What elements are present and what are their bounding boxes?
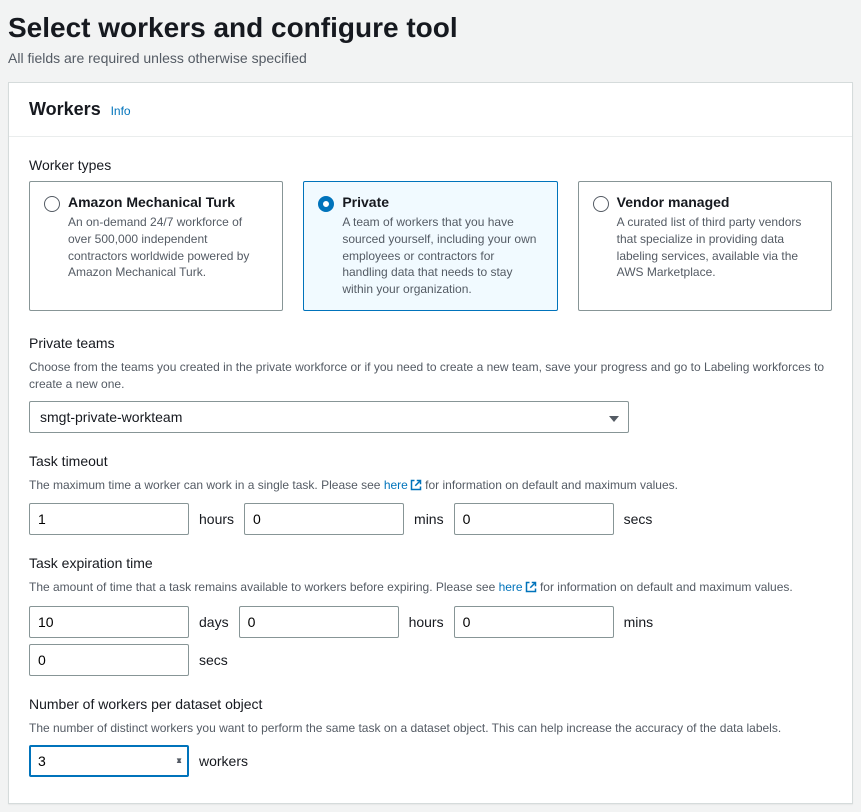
worker-type-vendor[interactable]: Vendor managed A curated list of third p… — [578, 181, 832, 311]
help-text: The maximum time a worker can work in a … — [29, 478, 384, 492]
worker-types-group: Amazon Mechanical Turk An on-demand 24/7… — [29, 181, 832, 311]
task-timeout-here-link[interactable]: here — [384, 478, 422, 492]
radio-icon — [318, 196, 334, 212]
info-link[interactable]: Info — [111, 104, 131, 118]
unit-hours: hours — [199, 511, 234, 527]
worker-type-desc: An on-demand 24/7 workforce of over 500,… — [68, 214, 268, 281]
task-expiration-here-link[interactable]: here — [499, 580, 537, 594]
workers-per-object-label: Number of workers per dataset object — [29, 696, 832, 712]
panel-title: Workers — [29, 99, 101, 119]
help-text: for information on default and maximum v… — [422, 478, 678, 492]
radio-icon — [44, 196, 60, 212]
private-teams-label: Private teams — [29, 335, 832, 351]
timeout-hours-input[interactable] — [29, 503, 189, 535]
worker-type-title: Amazon Mechanical Turk — [68, 194, 268, 210]
task-expiration-help: The amount of time that a task remains a… — [29, 579, 832, 598]
worker-type-title: Vendor managed — [617, 194, 817, 210]
task-expiration-label: Task expiration time — [29, 555, 832, 571]
worker-types-label: Worker types — [29, 157, 832, 173]
unit-secs: secs — [199, 652, 228, 668]
timeout-secs-input[interactable] — [454, 503, 614, 535]
expiration-secs-input[interactable] — [29, 644, 189, 676]
expiration-days-input[interactable] — [29, 606, 189, 638]
task-timeout-label: Task timeout — [29, 453, 832, 469]
radio-icon — [593, 196, 609, 212]
worker-type-mturk[interactable]: Amazon Mechanical Turk An on-demand 24/7… — [29, 181, 283, 311]
timeout-mins-input[interactable] — [244, 503, 404, 535]
expiration-mins-input[interactable] — [454, 606, 614, 638]
private-teams-help: Choose from the teams you created in the… — [29, 359, 832, 393]
worker-type-desc: A curated list of third party vendors th… — [617, 214, 817, 281]
worker-type-title: Private — [342, 194, 542, 210]
external-link-icon — [525, 581, 537, 598]
panel-header: Workers Info — [9, 83, 852, 137]
unit-days: days — [199, 614, 229, 630]
help-text: for information on default and maximum v… — [537, 580, 793, 594]
task-timeout-help: The maximum time a worker can work in a … — [29, 477, 832, 496]
page-subtitle: All fields are required unless otherwise… — [8, 50, 853, 66]
unit-workers: workers — [199, 753, 248, 769]
worker-type-private[interactable]: Private A team of workers that you have … — [303, 181, 557, 311]
unit-secs: secs — [624, 511, 653, 527]
workers-panel: Workers Info Worker types Amazon Mechani… — [8, 82, 853, 804]
unit-mins: mins — [414, 511, 444, 527]
external-link-icon — [410, 479, 422, 496]
expiration-hours-input[interactable] — [239, 606, 399, 638]
page-title: Select workers and configure tool — [8, 12, 853, 44]
private-teams-select[interactable] — [29, 401, 629, 433]
unit-hours: hours — [409, 614, 444, 630]
private-teams-value[interactable] — [29, 401, 629, 433]
workers-per-object-help: The number of distinct workers you want … — [29, 720, 832, 737]
worker-type-desc: A team of workers that you have sourced … — [342, 214, 542, 298]
unit-mins: mins — [624, 614, 654, 630]
workers-per-object-input[interactable] — [29, 745, 189, 777]
help-text: The amount of time that a task remains a… — [29, 580, 499, 594]
